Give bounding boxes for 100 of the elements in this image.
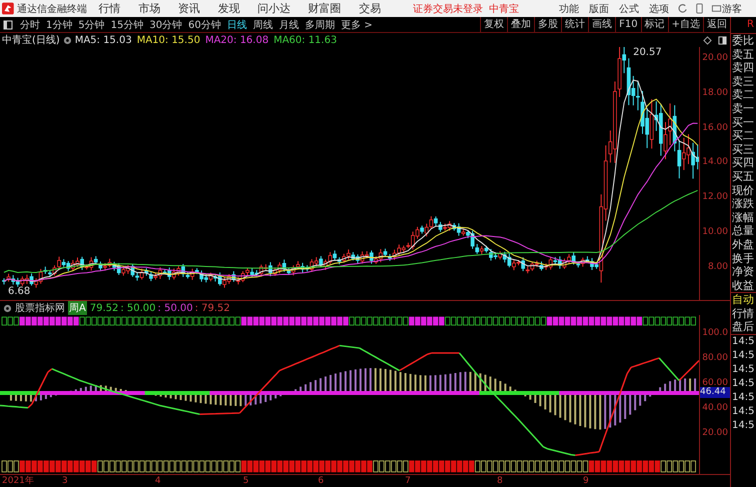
period-tab[interactable]: 日线	[224, 18, 250, 32]
menu-item[interactable]: 发现	[216, 1, 242, 16]
price-axis-label: 18.00	[702, 86, 728, 99]
quote-label: 卖二	[731, 88, 755, 102]
quote-label: 换手	[731, 252, 755, 266]
period-tab[interactable]: 1分钟	[43, 18, 76, 32]
logo-icon	[2, 2, 14, 15]
quote-label: 卖三	[731, 74, 755, 88]
menu-item[interactable]: 资讯	[176, 1, 202, 16]
date-axis-label: 6	[318, 475, 324, 487]
ma-legend: MA5: 15.03	[74, 34, 132, 46]
stock-name: 中青宝	[489, 2, 519, 16]
quote-label: 总量	[731, 224, 755, 238]
quote-label: 买三	[731, 142, 755, 156]
quote-label: 买一	[731, 116, 755, 130]
message-icon[interactable]	[711, 3, 722, 14]
price-axis-label: 14.00	[702, 156, 728, 168]
panel-icon[interactable]	[718, 36, 727, 44]
indicator-tag[interactable]: 周A	[68, 301, 87, 315]
trade-time: 14:5	[731, 405, 756, 420]
menu-item[interactable]: 功能	[557, 2, 581, 16]
price-axis-label: 16.00	[702, 122, 728, 134]
trade-time: 14:5	[731, 363, 756, 378]
panel-toggle-icon[interactable]	[3, 20, 13, 30]
date-axis-label: 2021年	[2, 475, 34, 487]
menu-item[interactable]: 财富圈	[306, 1, 344, 16]
ma-legend: MA60: 11.63	[274, 34, 337, 46]
toolbar-button[interactable]: F10	[615, 17, 641, 32]
quote-label: 收益	[731, 278, 755, 292]
menu-item[interactable]: 选项	[647, 2, 671, 16]
menu-item[interactable]: 公式	[617, 2, 641, 16]
indicator-name: 股票指标网	[15, 302, 65, 315]
toolbar-button[interactable]: 多股	[534, 17, 562, 32]
ma-legend: MA20: 16.08	[205, 34, 269, 46]
period-tab[interactable]: 5分钟	[75, 18, 108, 32]
high-price-label: 20.57	[633, 47, 662, 58]
quote-label: 买四	[731, 156, 755, 170]
indicator-axis-label: 80.00	[702, 352, 728, 364]
quote-label: 卖四	[731, 61, 755, 75]
toolbar-button[interactable]: 统计	[561, 17, 588, 32]
menu-item[interactable]: 问小达	[255, 1, 292, 16]
mode-tab[interactable]: 盘后	[731, 320, 756, 334]
refresh-icon[interactable]	[677, 3, 688, 14]
user-name[interactable]: 游客	[722, 2, 742, 16]
date-axis-label: 4	[155, 475, 161, 487]
trade-time: 14:5	[731, 349, 756, 364]
quote-label: 委比	[731, 34, 755, 48]
indicator-value: : 50.00	[120, 302, 156, 314]
date-axis-label: 5	[243, 475, 249, 487]
date-axis-label: 9	[583, 475, 589, 487]
quote-label: 外盘	[731, 238, 755, 252]
quote-label: 买五	[731, 170, 755, 184]
date-axis-label: 7	[405, 475, 411, 487]
diamond-icon[interactable]	[703, 36, 712, 44]
quote-label: 卖一	[731, 102, 755, 116]
period-tab[interactable]: 15分钟	[108, 18, 146, 32]
trade-time: 14:5	[731, 335, 756, 350]
quote-label: 净资	[731, 265, 755, 279]
low-price-label: 6.68	[8, 286, 30, 297]
toolbar-button[interactable]: 叠加	[507, 17, 534, 32]
mode-tab[interactable]: 自动	[731, 293, 756, 307]
toolbar-button[interactable]: 复权	[480, 17, 508, 32]
indicator-axis-label: 60.00	[702, 377, 728, 388]
quote-label: 现价	[731, 184, 755, 198]
indicator-axis-label: 20.00	[702, 427, 728, 439]
period-tab[interactable]: 更多 >	[338, 18, 376, 32]
menu-item[interactable]: 交易	[356, 1, 383, 16]
menu-item[interactable]: 版面	[587, 2, 611, 16]
price-axis-label: 10.00	[702, 226, 728, 238]
toolbar-button[interactable]: +自选	[668, 17, 703, 32]
indicator-value: : 50.00	[158, 302, 193, 314]
period-tab[interactable]: 30分钟	[146, 18, 186, 32]
current-value-label: 46.44	[700, 387, 730, 398]
price-axis-label: 20.00	[702, 52, 728, 64]
period-tab[interactable]: 分时	[17, 18, 43, 32]
period-tab[interactable]: 60分钟	[185, 18, 224, 32]
period-tab[interactable]: 月线	[276, 18, 302, 32]
toolbar-button[interactable]: 画线	[588, 17, 616, 32]
toolbar-button[interactable]: 标记	[640, 17, 668, 32]
toolbar-button[interactable]: 返回	[703, 17, 730, 32]
menu-item[interactable]: 市场	[136, 1, 162, 16]
mode-tab[interactable]: 行情	[731, 306, 756, 320]
period-tab[interactable]: 多周期	[302, 18, 338, 32]
menu-item[interactable]: 行情	[96, 1, 123, 16]
indicator-value: : 79.52	[194, 302, 230, 314]
quote-label: 涨幅	[731, 210, 755, 224]
quote-label: 涨跌	[731, 197, 755, 211]
app-name: 通达信金融终端	[16, 2, 88, 16]
period-tab[interactable]: 周线	[250, 18, 276, 32]
login-status[interactable]: 证券交易未登录	[413, 2, 483, 16]
panel-header: R	[746, 18, 755, 32]
phone-icon[interactable]	[694, 3, 705, 14]
indicator-axis-label: 40.00	[702, 402, 728, 414]
trade-time: 14:5	[731, 377, 756, 392]
quote-label: 卖五	[731, 48, 755, 62]
trade-time: 14:5	[731, 391, 756, 406]
ma-legend: MA10: 15.50	[136, 34, 200, 46]
price-axis-label: 12.00	[702, 191, 728, 204]
date-axis-label: 8	[497, 475, 503, 487]
chart-title: 中青宝(日线)	[2, 34, 60, 47]
